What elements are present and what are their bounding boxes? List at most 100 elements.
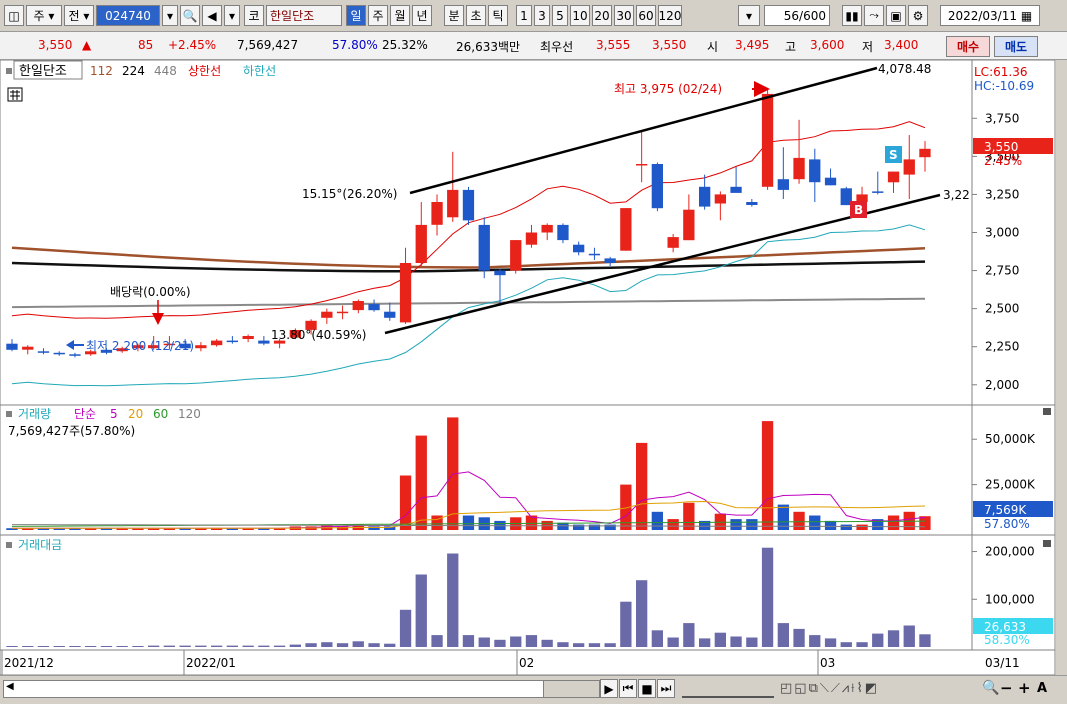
maximize-icon[interactable] <box>1043 540 1051 547</box>
amount-axis: 200,000 100,000 <box>972 545 1035 606</box>
candle-body <box>336 311 349 314</box>
amount-bar <box>730 636 742 647</box>
candle-body <box>588 253 601 256</box>
minute-button-3[interactable]: 3 <box>534 5 550 26</box>
period-tab-week[interactable]: 주 <box>368 5 388 26</box>
prev-stock-icon[interactable]: ◀ <box>202 5 222 26</box>
minute-button-5[interactable]: 5 <box>552 5 568 26</box>
period-tab-minute[interactable]: 분 <box>444 5 464 26</box>
trend-lower-angle-label: 13.80°(40.59%) <box>271 328 366 342</box>
amount-bar <box>525 635 538 647</box>
horizontal-scrollbar[interactable]: ◀ <box>3 680 545 698</box>
window-icon[interactable]: ◫ <box>4 5 24 26</box>
stock-code-input[interactable]: 024740 <box>96 5 160 26</box>
candle-body <box>22 346 34 350</box>
search-icon[interactable]: 🔍 <box>180 5 200 26</box>
amount-tag-pct: 58.30% <box>984 633 1030 647</box>
amount-bar <box>557 642 569 647</box>
minute-button-20[interactable]: 20 <box>592 5 612 26</box>
stock-name-field[interactable]: 한일단조 <box>266 5 342 26</box>
amount-bar <box>746 637 758 647</box>
indicator-icon[interactable]: ⤳ <box>864 5 884 26</box>
period-tab-day[interactable]: 일 <box>346 5 366 26</box>
candle-body <box>714 194 726 204</box>
hc-value: HC:-10.69 <box>974 79 1034 93</box>
amount-bar <box>163 645 175 647</box>
stop-icon[interactable]: ■ <box>638 679 656 698</box>
market-select[interactable]: 주 ▾ <box>26 5 62 26</box>
volume-bar <box>824 520 837 530</box>
candle-body <box>226 340 238 343</box>
period-year-label: 년 <box>416 9 428 23</box>
price-tick-label: 3,750 <box>985 111 1019 125</box>
minute-button-120[interactable]: 120 <box>658 5 682 26</box>
minute-button-10[interactable]: 10 <box>570 5 590 26</box>
amount-bar <box>336 643 349 647</box>
minute-button-60[interactable]: 60 <box>636 5 656 26</box>
chart-toolbar: ◫ 주 ▾ 전 ▾ 024740 ▾ 🔍 ◀ ▾ 코 한일단조 일 주 월 년 … <box>0 0 1067 32</box>
amount-legend: 거래대금 <box>6 538 1051 552</box>
period-tab-year[interactable]: 년 <box>412 5 432 26</box>
date-field[interactable]: 2022/03/11 ▦ <box>940 5 1040 26</box>
drawing-tools-icon[interactable]: ◰◱⧉⟍⟋⩘⟊⌇◩ <box>780 681 879 696</box>
zoom-out-icon[interactable]: − <box>1000 679 1013 697</box>
zoom-in-icon[interactable]: + <box>1018 679 1031 697</box>
candle-type-icon[interactable]: ▮▮ <box>842 5 862 26</box>
scroll-thumb[interactable] <box>543 680 600 698</box>
best-ask-label: 최우선 <box>540 40 574 54</box>
amount-bar <box>620 601 632 647</box>
market-label: 주 <box>33 9 45 23</box>
amount-bar <box>69 646 81 647</box>
current-pct-tag-label: 2.45% <box>984 154 1022 168</box>
date-label: 02 <box>519 656 534 670</box>
rewind-icon[interactable]: ⏮ <box>619 679 637 698</box>
fast-forward-icon[interactable]: ⏭ <box>657 679 675 698</box>
candle-body <box>368 304 380 311</box>
auto-scale-icon[interactable]: A <box>1037 681 1047 696</box>
amount-bar <box>384 643 396 647</box>
scroll-left-icon[interactable]: ◀ <box>6 681 14 692</box>
amount-bar <box>699 638 711 647</box>
panel-marker-icon <box>6 542 12 548</box>
date-label: 03/11 <box>985 656 1020 670</box>
amount-bar <box>6 646 18 647</box>
play-icon[interactable]: ▶ <box>600 679 618 698</box>
buy-button[interactable]: 매수 <box>946 36 990 57</box>
grid-toggle-icon[interactable] <box>7 87 23 102</box>
sell-signal-label: S <box>889 148 898 162</box>
volume-title: 거래량 <box>18 407 51 421</box>
candle-body <box>321 311 333 318</box>
volume-bar <box>636 442 648 530</box>
candle-body <box>211 340 223 346</box>
period-tab-tick[interactable]: 틱 <box>488 5 508 26</box>
code-dropdown-icon[interactable]: ▾ <box>162 5 178 26</box>
amount-tick-label: 100,000 <box>985 592 1035 606</box>
candle-body <box>53 352 65 355</box>
minute-dropdown-icon[interactable]: ▾ <box>738 5 760 26</box>
stock-chart[interactable]: 한일단조 112 224 448 상한선 하한선 3,7503,5003,250… <box>0 59 1056 676</box>
date-label: 2022/01 <box>186 656 236 670</box>
period-tab-month[interactable]: 월 <box>390 5 410 26</box>
gear-icon[interactable]: ⚙ <box>908 5 928 26</box>
buy-signal-label: B <box>854 203 863 217</box>
volume-tick-label: 50,000K <box>985 432 1036 446</box>
scope-select[interactable]: 전 ▾ <box>64 5 94 26</box>
candle-body <box>777 179 789 190</box>
sell-button[interactable]: 매도 <box>994 36 1038 57</box>
candle-body <box>258 340 270 344</box>
stock-menu-icon[interactable]: ▾ <box>224 5 240 26</box>
count-field[interactable]: 56/600 <box>764 5 830 26</box>
minute-button-30[interactable]: 30 <box>614 5 634 26</box>
maximize-icon[interactable] <box>1043 408 1051 415</box>
period-tab-second[interactable]: 초 <box>466 5 486 26</box>
zoom-search-icon[interactable]: 🔍 <box>982 680 999 696</box>
save-icon[interactable]: ▣ <box>886 5 906 26</box>
candle-body <box>37 351 50 353</box>
volume-ma-120: 120 <box>178 407 201 421</box>
zoom-slider[interactable] <box>682 682 774 698</box>
candle-body <box>809 159 821 183</box>
chart-area[interactable]: 한일단조 112 224 448 상한선 하한선 3,750 3,500 3,250… <box>0 59 1056 676</box>
minute-button-1[interactable]: 1 <box>516 5 532 26</box>
legend-lower-band: 하한선 <box>243 64 276 78</box>
candle-body <box>6 343 18 350</box>
